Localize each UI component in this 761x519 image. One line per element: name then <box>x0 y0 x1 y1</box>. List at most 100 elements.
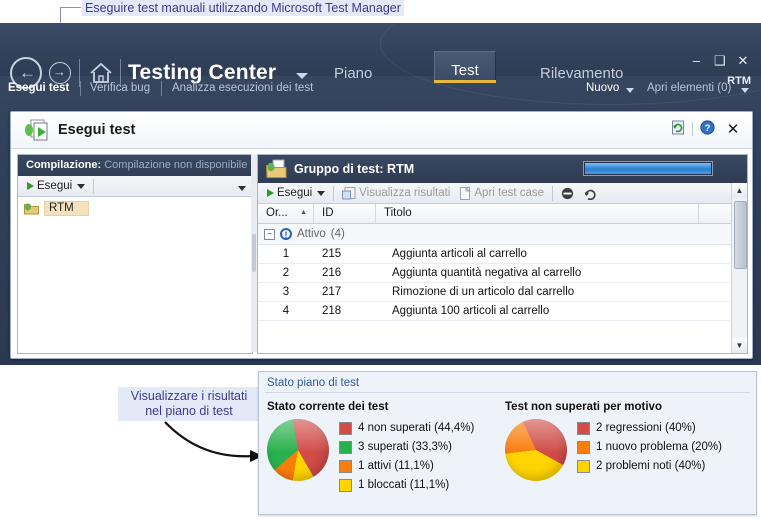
legend-swatch <box>577 441 590 454</box>
bottom-callout-arrow <box>164 421 263 462</box>
table-row[interactable]: 3 217 Rimozione di un articolo dal carre… <box>258 283 747 302</box>
play-icon <box>27 182 34 190</box>
grid-group-label: Attivo <box>297 228 326 240</box>
minimize-button[interactable]: – <box>686 53 706 68</box>
scroll-down-arrow-icon[interactable]: ▼ <box>732 338 747 353</box>
test-run-progress-bar <box>583 161 713 176</box>
panel-actions-divider <box>692 122 694 136</box>
toolbar-overflow-caret-icon[interactable] <box>238 186 246 191</box>
ribbon-tab-piano[interactable]: Piano <box>318 55 388 82</box>
reset-test-button[interactable] <box>579 187 603 200</box>
column-header-id[interactable]: ID <box>314 204 376 223</box>
toolbar-divider-1 <box>333 185 335 201</box>
panel-header: Esegui test ? ✕ <box>11 112 752 149</box>
run-tests-panel: Esegui test ? ✕ Compilazione: Compilazio… <box>10 111 753 359</box>
cell-ord: 2 <box>282 267 290 279</box>
subbar-divider-2 <box>161 81 162 96</box>
run-button-right[interactable]: Esegui <box>262 187 330 199</box>
subbar-new-button[interactable]: Nuovo <box>586 82 619 94</box>
test-group-title: Gruppo di test: RTM <box>294 162 415 176</box>
tree-item-rtm[interactable]: RTM <box>18 197 252 216</box>
open-test-case-button[interactable]: Apri test case <box>455 186 549 200</box>
run-button-left-label: Esegui <box>37 180 73 192</box>
column-header-ord[interactable]: Or... ▲ <box>258 204 314 223</box>
results-card-header: Stato piano di test <box>267 377 360 389</box>
view-results-label: Visualizza risultati <box>359 187 451 199</box>
cell-ord: 4 <box>282 305 290 317</box>
cell-title: Aggiunta articoli al carrello <box>392 248 527 260</box>
run-button-left[interactable]: Esegui <box>22 180 90 192</box>
legend-swatch <box>577 422 590 435</box>
test-group-toolbar: Esegui Visualizza risultati Apri test ca… <box>258 183 747 204</box>
open-items-caret-icon[interactable] <box>741 88 749 93</box>
open-test-case-label: Apri test case <box>474 187 545 199</box>
run-dropdown-caret-icon[interactable] <box>317 190 326 196</box>
legend-swatch <box>339 422 352 435</box>
top-callout-elbow-horizontal <box>60 7 81 8</box>
run-dropdown-caret-icon[interactable] <box>77 183 86 189</box>
legend-item: 1 bloccati (11,1%) <box>339 476 474 495</box>
block-icon <box>561 187 574 199</box>
legend-label: 1 attivi (11,1%) <box>358 460 434 472</box>
toolbar-divider-2 <box>552 185 554 201</box>
pie-chart-failure-reason <box>505 419 567 481</box>
legend-label: 4 non superati (44,4%) <box>358 422 475 434</box>
tree-item-rtm-label: RTM <box>44 201 89 216</box>
test-grid-header: Or... ▲ ID Titolo <box>258 204 747 224</box>
open-test-case-icon <box>460 186 472 200</box>
cell-title: Aggiunta quantità negativa al carrello <box>392 267 582 279</box>
build-folder-icon <box>24 203 39 215</box>
chart-test-non-superati: Test non superati per motivo 2 regressio… <box>505 401 741 495</box>
subbar-open-items-button[interactable]: Apri elementi (0) <box>647 82 731 94</box>
reset-icon <box>584 189 596 200</box>
chart-title: Test non superati per motivo <box>505 401 662 413</box>
bottom-callout-text: Visualizzare i risultati nel piano di te… <box>118 387 260 421</box>
refresh-icon[interactable] <box>667 120 689 138</box>
legend-item: 4 non superati (44,4%) <box>339 419 474 438</box>
ribbon-tab-rilevamento[interactable]: Rilevamento <box>524 55 639 82</box>
column-header-titolo[interactable]: Titolo <box>376 204 699 223</box>
subbar-item-verifica-bug[interactable]: Verifica bug <box>90 82 150 94</box>
ribbon-bar: ← → Testing Center Piano Test Rilevament… <box>0 23 761 105</box>
test-grid-scrollbar[interactable]: ▲ ▼ <box>731 183 747 353</box>
view-results-button[interactable]: Visualizza risultati <box>337 186 455 200</box>
legend-label: 1 bloccati (11,1%) <box>358 479 450 491</box>
table-row[interactable]: 4 218 Aggiunta 100 articoli al carrello <box>258 302 747 321</box>
toolbar-divider <box>93 178 95 194</box>
charts-container: Stato corrente dei test 4 non superati (… <box>259 393 756 495</box>
play-icon <box>267 189 274 197</box>
block-test-button[interactable] <box>556 187 579 200</box>
cell-title: Aggiunta 100 articoli al carrello <box>392 305 550 317</box>
close-button[interactable]: ✕ <box>733 53 753 69</box>
legend-label: 2 regressioni (40%) <box>596 422 696 434</box>
scrollbar-thumb[interactable] <box>734 201 747 269</box>
top-callout-text: Eseguire test manuali utilizzando Micros… <box>82 0 404 16</box>
test-group-icon <box>266 159 287 178</box>
scroll-up-arrow-icon[interactable]: ▲ <box>732 183 747 198</box>
bottom-callout-line-1: Visualizzare i risultati <box>130 389 248 403</box>
panel-close-icon[interactable]: ✕ <box>722 120 744 138</box>
help-icon[interactable]: ? <box>697 120 719 138</box>
table-row[interactable]: 2 216 Aggiunta quantità negativa al carr… <box>258 264 747 283</box>
legend-item: 2 regressioni (40%) <box>577 419 722 438</box>
build-pane-toolbar: Esegui <box>18 176 252 197</box>
grid-group-row[interactable]: − ! Attivo (4) <box>258 224 747 245</box>
run-button-right-label: Esegui <box>277 187 313 199</box>
maximize-button[interactable]: ❑ <box>710 53 730 69</box>
legend-swatch <box>577 460 590 473</box>
active-state-icon: ! <box>280 228 292 240</box>
grid-group-count: (4) <box>330 228 345 240</box>
subbar-item-analizza-esecuzioni[interactable]: Analizza esecuzioni dei test <box>172 82 313 94</box>
legend-label: 1 nuovo problema (20%) <box>596 441 722 453</box>
subbar-item-esegui-test[interactable]: Esegui test <box>8 82 69 94</box>
collapse-expander-icon[interactable]: − <box>264 228 275 240</box>
legend-swatch <box>339 460 352 473</box>
legend-label: 2 problemi noti (40%) <box>596 460 706 472</box>
cell-id: 217 <box>322 286 342 298</box>
legend-label: 3 superati (33,3%) <box>358 441 452 453</box>
table-row[interactable]: 1 215 Aggiunta articoli al carrello <box>258 245 747 264</box>
window-controls: – ❑ ✕ <box>686 53 753 69</box>
svg-text:?: ? <box>705 123 711 134</box>
new-caret-icon[interactable] <box>626 88 634 93</box>
legend-swatch <box>339 441 352 454</box>
